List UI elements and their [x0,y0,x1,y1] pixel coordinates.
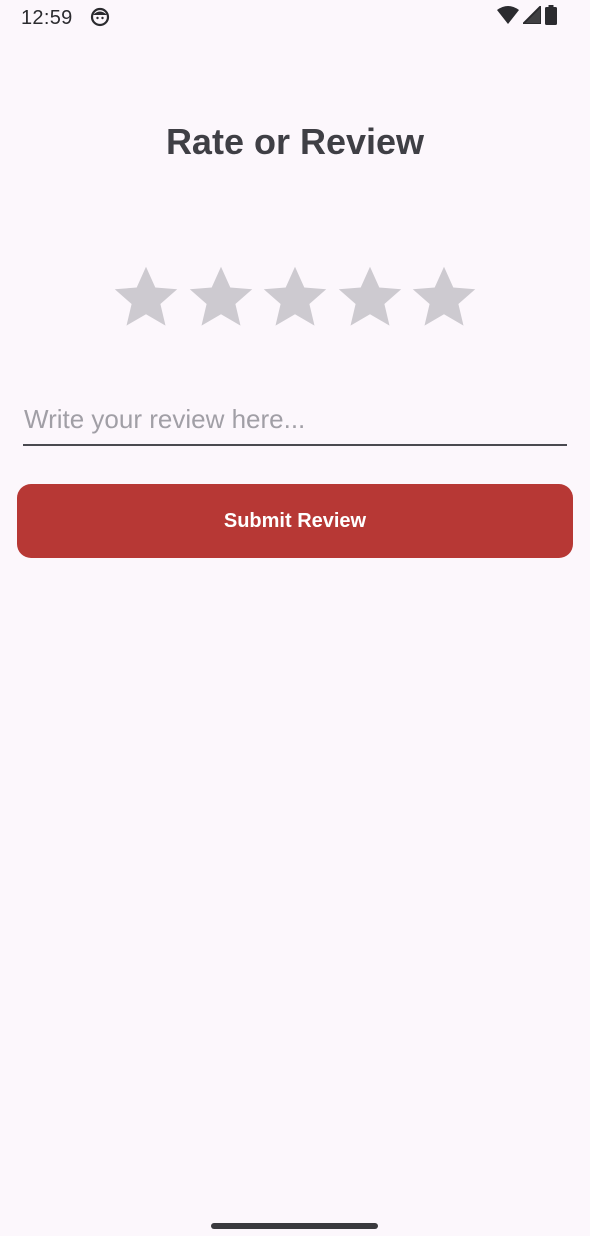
star-icon [114,266,178,326]
cell-signal-icon [520,3,542,29]
star-5[interactable] [408,262,480,334]
review-input[interactable] [23,398,567,444]
star-icon [412,266,476,326]
wifi-icon [497,5,519,29]
star-3[interactable] [259,262,331,334]
home-indicator[interactable] [211,1223,378,1229]
submit-review-button[interactable]: Submit Review [17,484,573,558]
status-bar: 12:59 [0,0,590,36]
star-4[interactable] [334,262,406,334]
battery-icon [545,4,557,30]
star-icon [263,266,327,326]
review-field [23,398,567,446]
star-rating [110,262,480,334]
star-icon [338,266,401,326]
status-time: 12:59 [21,7,73,29]
face-icon [90,7,110,27]
star-icon [189,266,252,326]
star-2[interactable] [185,262,257,334]
page-title: Rate or Review [165,121,425,162]
star-1[interactable] [110,262,182,334]
